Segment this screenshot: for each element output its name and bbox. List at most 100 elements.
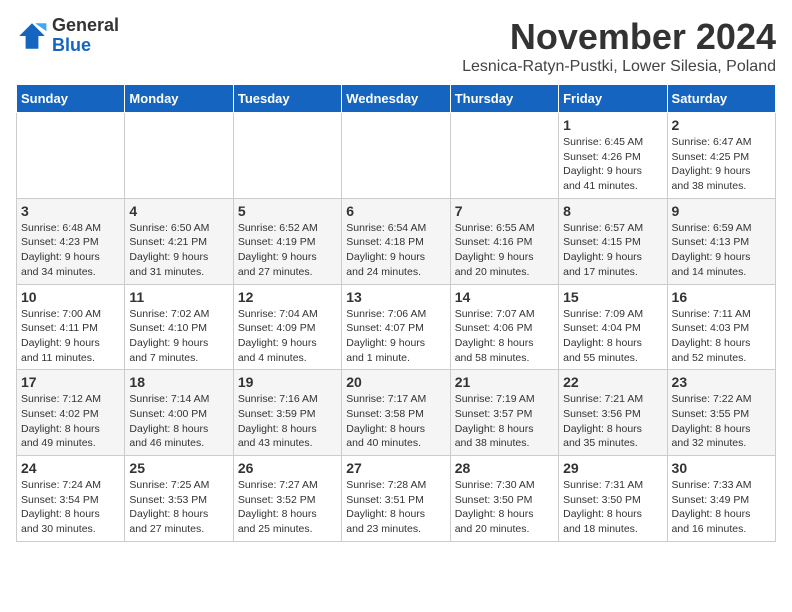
day-info: Sunrise: 7:33 AM Sunset: 3:49 PM Dayligh…: [672, 478, 771, 537]
day-info: Sunrise: 7:28 AM Sunset: 3:51 PM Dayligh…: [346, 478, 445, 537]
header-day-wednesday: Wednesday: [342, 85, 450, 113]
calendar-cell: 16Sunrise: 7:11 AM Sunset: 4:03 PM Dayli…: [667, 284, 775, 370]
day-info: Sunrise: 6:52 AM Sunset: 4:19 PM Dayligh…: [238, 221, 337, 280]
day-info: Sunrise: 7:14 AM Sunset: 4:00 PM Dayligh…: [129, 392, 228, 451]
header-row: SundayMondayTuesdayWednesdayThursdayFrid…: [17, 85, 776, 113]
calendar-cell: [450, 113, 558, 199]
calendar-cell: 22 Sunrise: 7:21 AM Sunset: 3:56 PM Dayli…: [559, 370, 667, 456]
day-number: 12: [238, 289, 337, 305]
day-info: Sunrise: 6:59 AM Sunset: 4:13 PM Dayligh…: [672, 221, 771, 280]
calendar-week-4: 17Sunrise: 7:12 AM Sunset: 4:02 PM Dayli…: [17, 370, 776, 456]
day-info: Sunrise: 7:27 AM Sunset: 3:52 PM Dayligh…: [238, 478, 337, 537]
day-number: 26: [238, 460, 337, 476]
day-info: Sunrise: 6:55 AM Sunset: 4:16 PM Dayligh…: [455, 221, 554, 280]
calendar-cell: 30 Sunrise: 7:33 AM Sunset: 3:49 PM Dayli…: [667, 456, 775, 542]
day-number: 30: [672, 460, 771, 476]
day-info: Sunrise: 6:45 AM Sunset: 4:26 PM Dayligh…: [563, 135, 662, 194]
day-info: Sunrise: 7:00 AM Sunset: 4:11 PM Dayligh…: [21, 307, 120, 366]
calendar-cell: 4 Sunrise: 6:50 AM Sunset: 4:21 PM Daylig…: [125, 198, 233, 284]
header-day-friday: Friday: [559, 85, 667, 113]
calendar-cell: 17Sunrise: 7:12 AM Sunset: 4:02 PM Dayli…: [17, 370, 125, 456]
calendar-cell: 13 Sunrise: 7:06 AM Sunset: 4:07 PM Dayli…: [342, 284, 450, 370]
calendar-cell: 7 Sunrise: 6:55 AM Sunset: 4:16 PM Daylig…: [450, 198, 558, 284]
calendar-cell: 29 Sunrise: 7:31 AM Sunset: 3:50 PM Dayli…: [559, 456, 667, 542]
calendar-cell: 18 Sunrise: 7:14 AM Sunset: 4:00 PM Dayli…: [125, 370, 233, 456]
day-info: Sunrise: 7:31 AM Sunset: 3:50 PM Dayligh…: [563, 478, 662, 537]
page-header: General Blue November 2024 Lesnica-Ratyn…: [16, 16, 776, 76]
day-number: 29: [563, 460, 662, 476]
calendar-cell: 6 Sunrise: 6:54 AM Sunset: 4:18 PM Daylig…: [342, 198, 450, 284]
calendar-body: 1 Sunrise: 6:45 AM Sunset: 4:26 PM Daylig…: [17, 113, 776, 542]
logo: General Blue: [16, 16, 119, 56]
day-number: 9: [672, 203, 771, 219]
day-number: 18: [129, 374, 228, 390]
day-number: 11: [129, 289, 228, 305]
logo-blue: Blue: [52, 35, 91, 55]
day-info: Sunrise: 7:30 AM Sunset: 3:50 PM Dayligh…: [455, 478, 554, 537]
calendar-cell: 8 Sunrise: 6:57 AM Sunset: 4:15 PM Daylig…: [559, 198, 667, 284]
day-number: 15: [563, 289, 662, 305]
calendar-cell: [342, 113, 450, 199]
calendar-cell: [233, 113, 341, 199]
calendar-cell: [125, 113, 233, 199]
header-day-sunday: Sunday: [17, 85, 125, 113]
calendar-cell: 27Sunrise: 7:28 AM Sunset: 3:51 PM Dayli…: [342, 456, 450, 542]
day-info: Sunrise: 7:21 AM Sunset: 3:56 PM Dayligh…: [563, 392, 662, 451]
day-number: 7: [455, 203, 554, 219]
day-number: 13: [346, 289, 445, 305]
day-info: Sunrise: 7:24 AM Sunset: 3:54 PM Dayligh…: [21, 478, 120, 537]
calendar-cell: 20Sunrise: 7:17 AM Sunset: 3:58 PM Dayli…: [342, 370, 450, 456]
day-number: 5: [238, 203, 337, 219]
day-info: Sunrise: 6:47 AM Sunset: 4:25 PM Dayligh…: [672, 135, 771, 194]
calendar-cell: 10 Sunrise: 7:00 AM Sunset: 4:11 PM Dayli…: [17, 284, 125, 370]
header-day-monday: Monday: [125, 85, 233, 113]
day-number: 14: [455, 289, 554, 305]
day-number: 10: [21, 289, 120, 305]
calendar-header: SundayMondayTuesdayWednesdayThursdayFrid…: [17, 85, 776, 113]
day-info: Sunrise: 7:11 AM Sunset: 4:03 PM Dayligh…: [672, 307, 771, 366]
day-info: Sunrise: 6:48 AM Sunset: 4:23 PM Dayligh…: [21, 221, 120, 280]
day-info: Sunrise: 7:16 AM Sunset: 3:59 PM Dayligh…: [238, 392, 337, 451]
day-number: 1: [563, 117, 662, 133]
title-block: November 2024 Lesnica-Ratyn-Pustki, Lowe…: [462, 16, 776, 76]
day-number: 24: [21, 460, 120, 476]
day-number: 25: [129, 460, 228, 476]
day-number: 3: [21, 203, 120, 219]
calendar-week-1: 1 Sunrise: 6:45 AM Sunset: 4:26 PM Daylig…: [17, 113, 776, 199]
day-info: Sunrise: 7:25 AM Sunset: 3:53 PM Dayligh…: [129, 478, 228, 537]
logo-text: General Blue: [52, 16, 119, 56]
calendar-cell: 1 Sunrise: 6:45 AM Sunset: 4:26 PM Daylig…: [559, 113, 667, 199]
day-number: 17: [21, 374, 120, 390]
day-info: Sunrise: 7:02 AM Sunset: 4:10 PM Dayligh…: [129, 307, 228, 366]
location-subtitle: Lesnica-Ratyn-Pustki, Lower Silesia, Pol…: [462, 58, 776, 76]
day-info: Sunrise: 6:54 AM Sunset: 4:18 PM Dayligh…: [346, 221, 445, 280]
calendar-week-2: 3 Sunrise: 6:48 AM Sunset: 4:23 PM Daylig…: [17, 198, 776, 284]
calendar-cell: 25 Sunrise: 7:25 AM Sunset: 3:53 PM Dayli…: [125, 456, 233, 542]
day-info: Sunrise: 6:57 AM Sunset: 4:15 PM Dayligh…: [563, 221, 662, 280]
calendar-cell: 15Sunrise: 7:09 AM Sunset: 4:04 PM Dayli…: [559, 284, 667, 370]
header-day-saturday: Saturday: [667, 85, 775, 113]
day-info: Sunrise: 7:04 AM Sunset: 4:09 PM Dayligh…: [238, 307, 337, 366]
day-number: 28: [455, 460, 554, 476]
calendar-cell: [17, 113, 125, 199]
day-info: Sunrise: 6:50 AM Sunset: 4:21 PM Dayligh…: [129, 221, 228, 280]
calendar-cell: 3 Sunrise: 6:48 AM Sunset: 4:23 PM Daylig…: [17, 198, 125, 284]
calendar-cell: 14 Sunrise: 7:07 AM Sunset: 4:06 PM Dayli…: [450, 284, 558, 370]
calendar-week-3: 10 Sunrise: 7:00 AM Sunset: 4:11 PM Dayli…: [17, 284, 776, 370]
day-number: 4: [129, 203, 228, 219]
day-info: Sunrise: 7:06 AM Sunset: 4:07 PM Dayligh…: [346, 307, 445, 366]
month-title: November 2024: [462, 16, 776, 58]
day-number: 21: [455, 374, 554, 390]
day-number: 6: [346, 203, 445, 219]
day-info: Sunrise: 7:17 AM Sunset: 3:58 PM Dayligh…: [346, 392, 445, 451]
day-info: Sunrise: 7:07 AM Sunset: 4:06 PM Dayligh…: [455, 307, 554, 366]
day-info: Sunrise: 7:19 AM Sunset: 3:57 PM Dayligh…: [455, 392, 554, 451]
day-number: 22: [563, 374, 662, 390]
calendar-week-5: 24 Sunrise: 7:24 AM Sunset: 3:54 PM Dayli…: [17, 456, 776, 542]
day-number: 19: [238, 374, 337, 390]
calendar-cell: 21 Sunrise: 7:19 AM Sunset: 3:57 PM Dayli…: [450, 370, 558, 456]
calendar-cell: 26 Sunrise: 7:27 AM Sunset: 3:52 PM Dayli…: [233, 456, 341, 542]
day-number: 8: [563, 203, 662, 219]
calendar-cell: 12 Sunrise: 7:04 AM Sunset: 4:09 PM Dayli…: [233, 284, 341, 370]
day-number: 23: [672, 374, 771, 390]
